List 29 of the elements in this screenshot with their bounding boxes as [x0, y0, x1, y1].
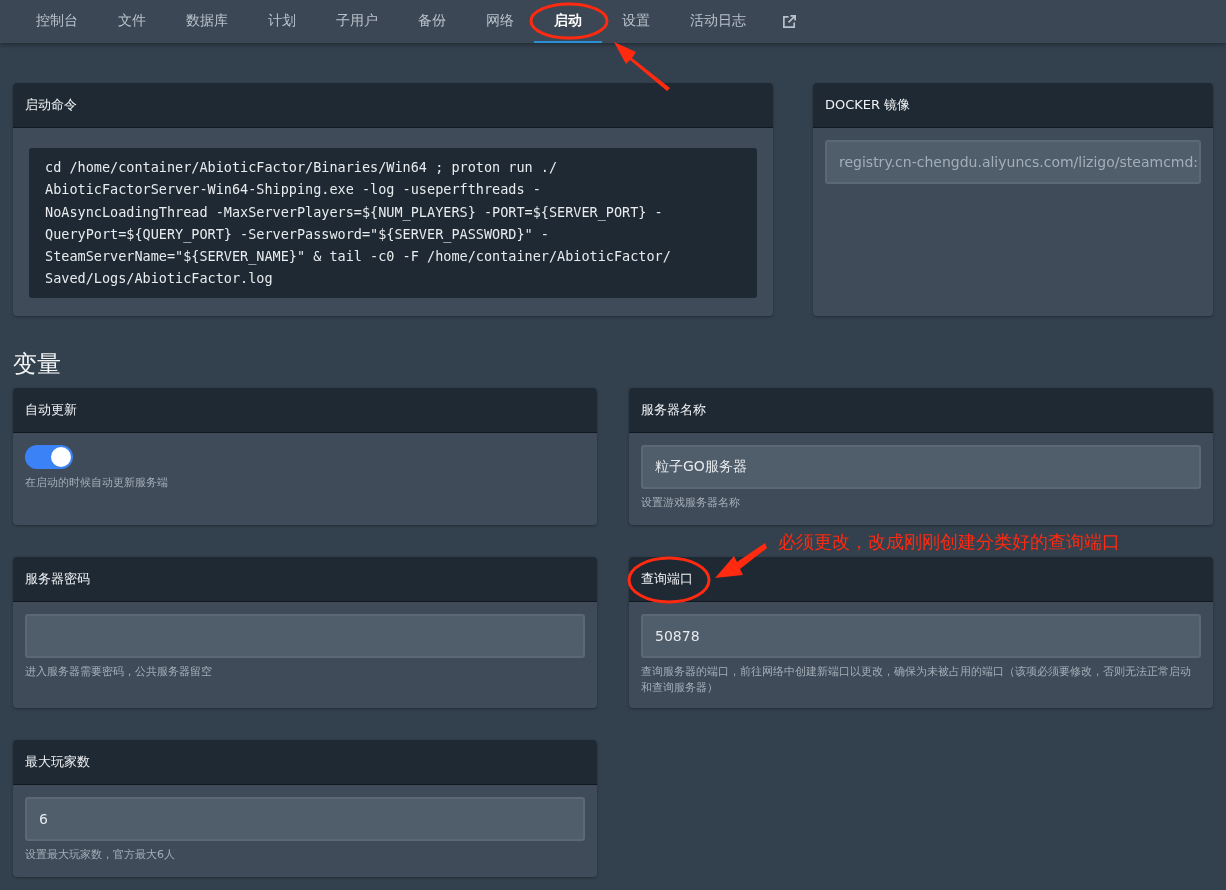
startup-command: cd /home/container/AbioticFactor/Binaries/Win64 ; proton run ./ AbioticFactorServer-Win64-Shipping.exe -log -useperfthreads - NoAsyncLoadingThread -MaxServerPlayers=${NUM_PLAYERS} -PORT=${SERVER_PORT} - QueryPort=${QUERY_PORT} -ServerPassword="${SERVER_PASSWORD}" - SteamServerName="${SERVER_NAME}" & tail -c0 -F /home/container/AbioticFactor/ Saved/Logs/AbioticFactor.log	[29, 148, 757, 298]
field-description: 进入服务器需要密码，公共服务器留空	[25, 664, 213, 680]
field-description: 设置最大玩家数，官方最大6人	[25, 847, 176, 863]
section-heading: 变量	[13, 349, 62, 380]
nav-tab[interactable]: 备份	[398, 0, 466, 43]
nav-tab[interactable]: 控制台	[16, 0, 98, 43]
card-title: 查询端口	[641, 570, 693, 588]
card-title: 服务器密码	[25, 570, 90, 588]
input-field[interactable]: 6	[25, 797, 585, 841]
annotation-note: 必须更改，改成刚刚创建分类好的查询端口	[778, 530, 1120, 554]
card-title: 启动命令	[25, 96, 77, 114]
docker-image-field[interactable]: registry.cn-chengdu.aliyuncs.com/lizigo/steamcmd:	[825, 140, 1201, 184]
nav-tab[interactable]: 活动日志	[670, 0, 766, 43]
card-title: 服务器名称	[641, 401, 706, 419]
nav-tab[interactable]: 数据库	[166, 0, 248, 43]
nav-tab[interactable]: 启动	[534, 0, 602, 43]
field-description: 查询服务器的端口，前往网络中创建新端口以更改，确保为未被占用的端口（该项必须要修改，否则无法正常启动和查询服务器）	[641, 664, 1192, 696]
card-title: 自动更新	[25, 401, 77, 419]
card-title: 最大玩家数	[25, 753, 90, 771]
nav-tab[interactable]: 文件	[98, 0, 166, 43]
nav-tab[interactable]: 子用户	[316, 0, 398, 43]
input-field[interactable]: 粒子GO服务器	[641, 445, 1201, 489]
nav-tab[interactable]: 网络	[466, 0, 534, 43]
nav-tab[interactable]: 设置	[602, 0, 670, 43]
field-description: 设置游戏服务器名称	[641, 495, 741, 511]
input-field[interactable]: 50878	[641, 614, 1201, 658]
nav-tab[interactable]: 计划	[248, 0, 316, 43]
card-title: DOCKER 镜像	[825, 96, 911, 114]
field-description: 在启动的时候自动更新服务端	[25, 475, 169, 491]
